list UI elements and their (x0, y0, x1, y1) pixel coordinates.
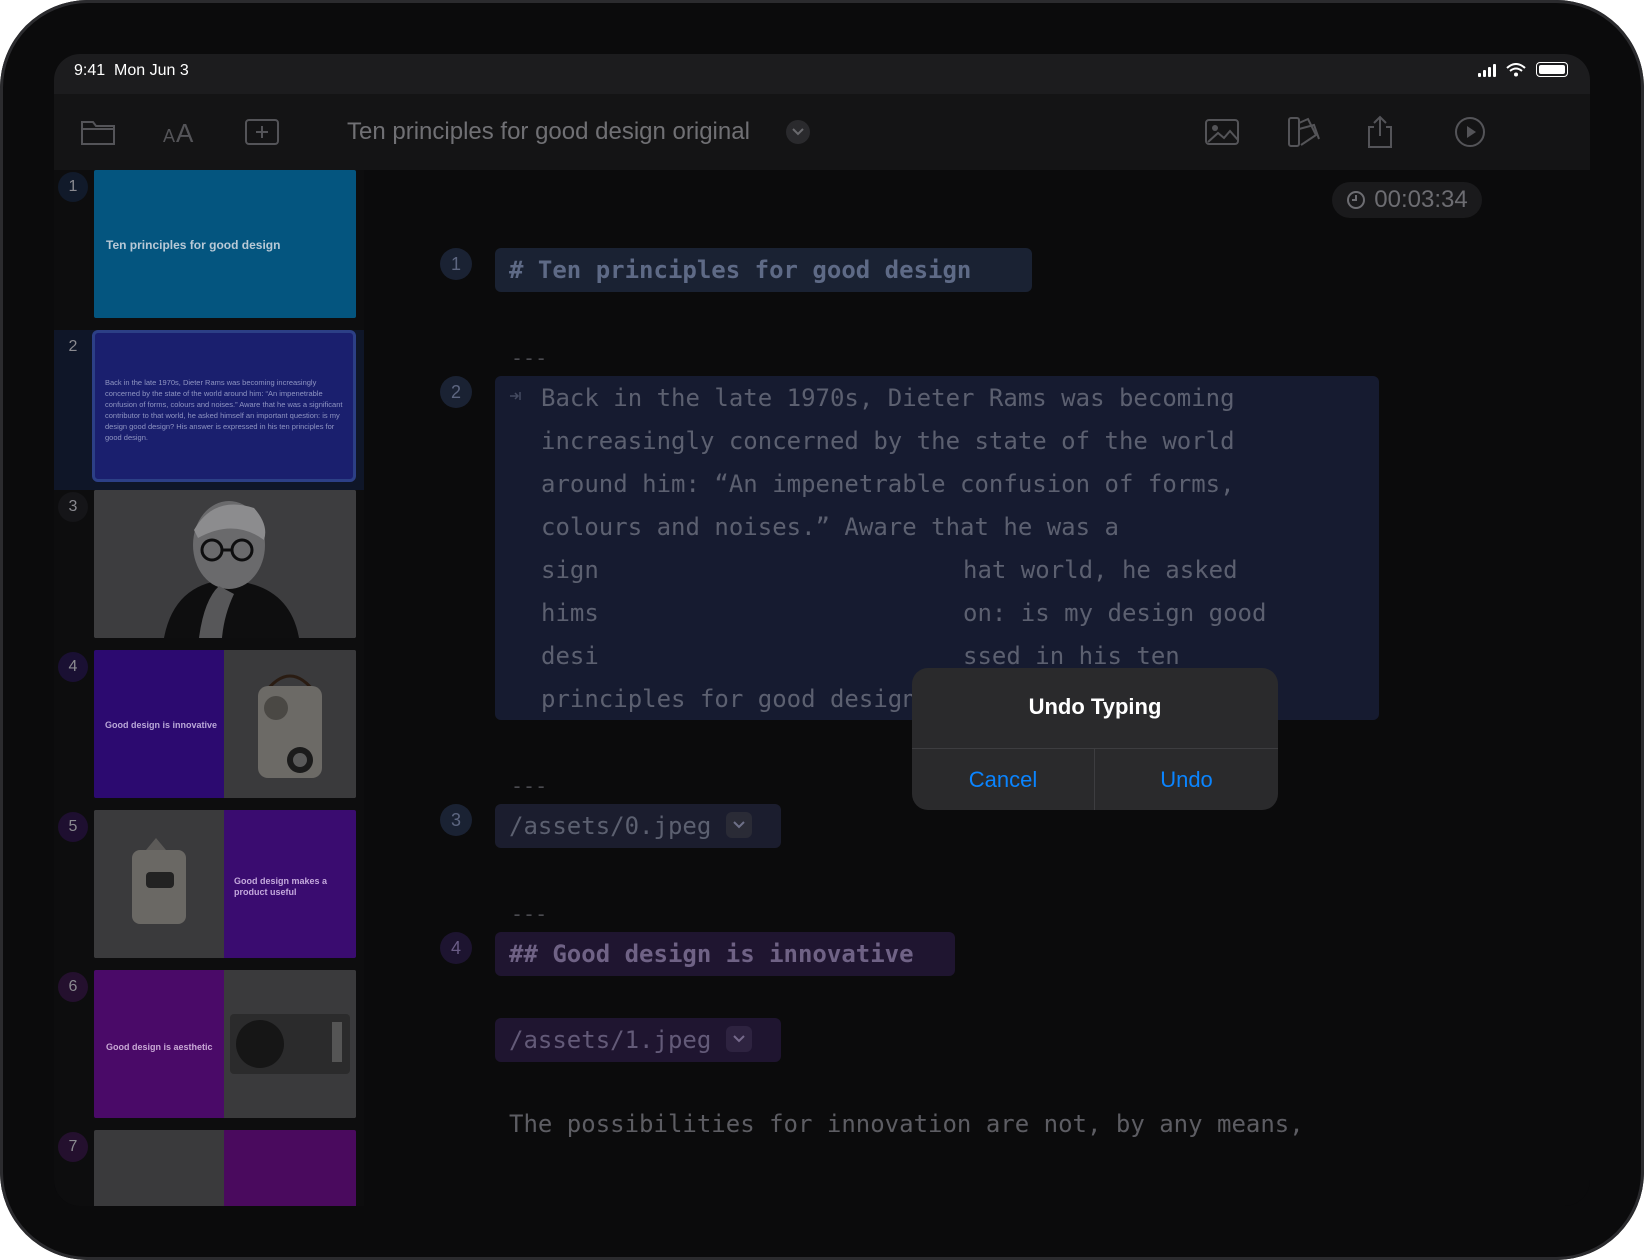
block-number-2[interactable]: 2 (440, 376, 472, 408)
slide-title: Ten principles for good design (106, 238, 281, 252)
slide-sidebar: 1 Ten principles for good design 2 Back … (54, 170, 364, 1206)
paragraph-line: ssed in his ten (963, 642, 1180, 670)
paragraph-line: hims (541, 599, 599, 627)
screen: 9:41 Mon Jun 3 AA Ten principles for goo… (54, 54, 1590, 1206)
paragraph-line: desi (541, 642, 599, 670)
slide-number: 4 (58, 652, 88, 682)
block-number-3[interactable]: 3 (440, 804, 472, 836)
slide-row-2[interactable]: 2 Back in the late 1970s, Dieter Rams wa… (54, 330, 364, 490)
slide-number: 6 (58, 972, 88, 1002)
paragraph-line: Back in the late 1970s, Dieter Rams was … (541, 384, 1235, 412)
slide-photo-panel (94, 1130, 224, 1206)
slide-number: 1 (58, 172, 88, 202)
paragraph-line: principles for good design. (541, 685, 932, 713)
portrait-photo (94, 490, 356, 638)
undo-button[interactable]: Undo (1095, 749, 1278, 810)
speaker-product-photo (224, 970, 356, 1118)
folder-icon[interactable] (78, 112, 118, 152)
paragraph-line: The possibilities for innovation are not… (509, 1110, 1304, 1138)
heading-block[interactable]: # Ten principles for good design (495, 248, 1032, 292)
slide-thumbnail-3[interactable] (94, 490, 356, 638)
slide-thumbnail-2[interactable]: Back in the late 1970s, Dieter Rams was … (92, 330, 356, 482)
slide-thumbnail-6[interactable]: Good design is aesthetic (94, 970, 356, 1118)
presentation-timer: 00:03:34 (1332, 182, 1482, 218)
chevron-down-icon[interactable] (786, 120, 810, 144)
timer-value: 00:03:34 (1374, 186, 1468, 213)
slide-number: 5 (58, 812, 88, 842)
slide-row-3[interactable]: 3 (54, 490, 364, 650)
paragraph-line: around him: “An impenetrable confusion o… (541, 470, 1235, 498)
heading-block[interactable]: ## Good design is innovative (495, 932, 955, 976)
svg-text:A: A (163, 126, 175, 146)
radio-product-photo (224, 650, 356, 798)
ipad-frame: 9:41 Mon Jun 3 AA Ten principles for goo… (0, 0, 1644, 1260)
status-bar: 9:41 Mon Jun 3 (54, 54, 1590, 94)
slide-number: 2 (68, 338, 78, 355)
paragraph-line: increasingly concerned by the state of t… (541, 427, 1235, 455)
juicer-product-photo (94, 810, 224, 958)
status-icons (1478, 62, 1568, 77)
indent-icon (510, 392, 521, 400)
slide-title: Good design is aesthetic (106, 1042, 213, 1052)
block-number-4[interactable]: 4 (440, 932, 472, 964)
asset-path: /assets/0.jpeg (509, 812, 712, 840)
asset-block[interactable]: /assets/0.jpeg (495, 804, 781, 848)
slide-number: 3 (58, 492, 88, 522)
slide-number: 7 (58, 1132, 88, 1162)
chevron-down-icon[interactable] (726, 1026, 752, 1052)
battery-icon (1536, 62, 1568, 77)
slide-thumbnail-7[interactable] (94, 1130, 356, 1206)
cellular-signal-icon (1478, 63, 1496, 77)
clock-icon (1347, 191, 1366, 209)
slide-body: Back in the late 1970s, Dieter Rams was … (105, 378, 343, 442)
slide-row-1[interactable]: 1 Ten principles for good design (54, 170, 364, 330)
slide-row-6[interactable]: 6 Good design is aesthetic (54, 970, 364, 1130)
slide-color-panel (224, 1130, 356, 1206)
slide-title: Good design makes a product useful (234, 876, 328, 897)
slide-thumbnail-5[interactable]: Good design makes a product useful (94, 810, 356, 958)
undo-typing-alert: Undo Typing Cancel Undo (912, 668, 1278, 810)
slide-color-panel: Good design makes a product useful (224, 810, 356, 958)
slide-thumbnail-1[interactable]: Ten principles for good design (94, 170, 356, 318)
paragraph-line: on: is my design good (963, 599, 1267, 627)
add-slide-icon[interactable] (242, 112, 282, 152)
text-size-icon[interactable]: AA (160, 112, 200, 152)
slide-row-4[interactable]: 4 Good design is innovative (54, 650, 364, 810)
paragraph-line: colours and noises.” Aware that he was a (541, 513, 1119, 541)
share-icon[interactable] (1360, 112, 1400, 152)
markdown-editor[interactable]: 00:03:34 1 # Ten principles for good des… (364, 170, 1590, 1206)
image-icon[interactable] (1202, 112, 1242, 152)
paragraph-line: sign (541, 556, 599, 584)
slide-thumbnail-4[interactable]: Good design is innovative (94, 650, 356, 798)
toolbar: AA Ten principles for good design origin… (54, 94, 1590, 170)
status-time: 9:41 Mon Jun 3 (74, 62, 189, 80)
wifi-icon (1506, 62, 1526, 76)
asset-path: /assets/1.jpeg (509, 1026, 712, 1054)
theme-icon[interactable] (1284, 112, 1324, 152)
svg-text:A: A (176, 118, 194, 146)
slide-title: Good design is innovative (105, 720, 218, 730)
slide-color-panel: Good design is innovative (94, 650, 224, 798)
slide-separator: --- (511, 902, 548, 926)
slide-color-panel: Good design is aesthetic (94, 970, 224, 1118)
alert-title: Undo Typing (1028, 694, 1162, 719)
slide-row-5[interactable]: 5 Good design makes a product useful (54, 810, 364, 970)
time: 9:41 (74, 62, 106, 79)
slide-row-7[interactable]: 7 (54, 1130, 364, 1206)
paragraph-line: hat world, he asked (963, 556, 1238, 584)
slide-separator: --- (511, 774, 548, 798)
heading-text: ## Good design is innovative (509, 940, 914, 968)
play-icon[interactable] (1450, 112, 1490, 152)
slide-separator: --- (511, 346, 548, 370)
block-number-1[interactable]: 1 (440, 248, 472, 280)
heading-text: # Ten principles for good design (509, 256, 972, 284)
asset-block[interactable]: /assets/1.jpeg (495, 1018, 781, 1062)
document-title[interactable]: Ten principles for good design original (347, 118, 750, 146)
date: Mon Jun 3 (114, 62, 189, 79)
cancel-button[interactable]: Cancel (912, 749, 1094, 810)
chevron-down-icon[interactable] (726, 812, 752, 838)
